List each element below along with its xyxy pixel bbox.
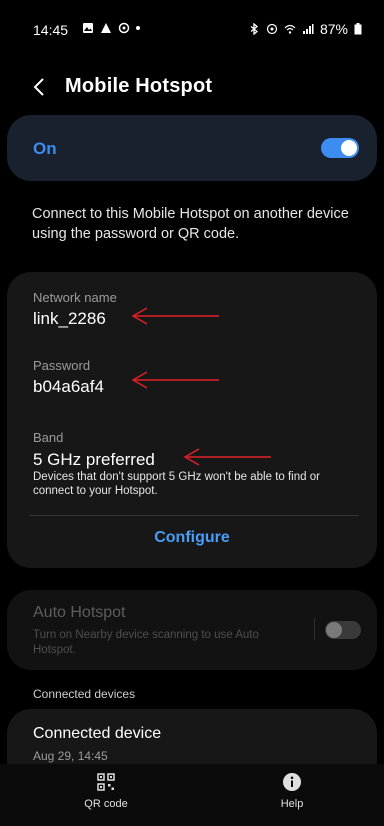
annotation-arrow xyxy=(183,448,271,466)
help-icon xyxy=(283,773,301,791)
band-value: 5 GHz preferred xyxy=(33,450,155,469)
help-button[interactable]: Help xyxy=(252,772,332,810)
band-note: Devices that don't support 5 GHz won't b… xyxy=(33,471,320,497)
band-label: Band xyxy=(33,430,64,445)
hotspot-master-switch[interactable]: On xyxy=(7,115,377,181)
help-label: Help xyxy=(280,798,304,810)
connected-devices-header: Connected devices xyxy=(33,687,136,701)
network-name-value: link_2286 xyxy=(33,309,106,328)
bottom-nav: QR code Help xyxy=(0,764,384,826)
configure-button[interactable]: Configure xyxy=(7,529,377,547)
device-date: Aug 29, 14:45 xyxy=(33,749,108,763)
hotspot-description: Connect to this Mobile Hotspot on anothe… xyxy=(32,206,349,242)
toggle-knob xyxy=(326,622,342,638)
auto-hotspot-toggle xyxy=(325,621,361,639)
auto-hotspot-card: Auto Hotspot Turn on Nearby device scann… xyxy=(7,590,377,670)
battery-percent: 87% xyxy=(319,21,348,37)
device-name: Connected device xyxy=(33,725,162,742)
bluetooth-icon xyxy=(250,23,258,35)
signal-icon xyxy=(302,24,314,34)
hotspot-details-card: Network name link_2286 Password b04a6af4… xyxy=(7,272,377,568)
divider xyxy=(314,618,315,640)
annotation-arrow xyxy=(131,371,219,389)
divider xyxy=(29,515,359,516)
auto-hotspot-title: Auto Hotspot xyxy=(33,604,126,621)
hotspot-state-label: On xyxy=(33,139,57,158)
qr-code-label: QR code xyxy=(84,798,128,810)
password-value: b04a6af4 xyxy=(33,377,104,396)
qr-code-icon xyxy=(97,773,115,791)
qr-code-button[interactable]: QR code xyxy=(66,772,146,810)
hotspot-toggle[interactable] xyxy=(321,138,359,158)
warning-icon xyxy=(101,23,111,33)
dot-indicator xyxy=(136,26,140,30)
header: Mobile Hotspot xyxy=(0,66,384,110)
password-label: Password xyxy=(33,358,91,373)
battery-icon xyxy=(354,23,362,35)
image-icon xyxy=(83,23,93,33)
annotation-arrow xyxy=(131,307,219,325)
sync-icon xyxy=(118,22,130,34)
toggle-knob xyxy=(341,140,357,156)
notification-icons xyxy=(82,22,140,34)
back-icon[interactable] xyxy=(28,72,52,102)
auto-hotspot-subtitle: Turn on Nearby device scanning to use Au… xyxy=(33,629,259,656)
hotspot-icon xyxy=(266,23,278,35)
status-bar: 14:45 87% xyxy=(0,0,384,60)
network-name-label: Network name xyxy=(33,290,117,305)
page-title: Mobile Hotspot xyxy=(65,75,213,97)
status-time: 14:45 xyxy=(33,22,69,38)
connected-device-item[interactable]: Connected device Aug 29, 14:45 xyxy=(7,709,377,769)
wifi-icon xyxy=(284,24,296,34)
system-icons: 87% xyxy=(248,21,362,37)
